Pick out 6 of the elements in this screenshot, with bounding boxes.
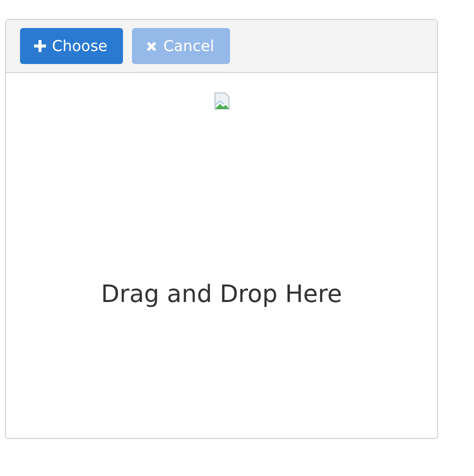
close-icon	[146, 40, 158, 52]
choose-button[interactable]: Choose	[20, 28, 124, 64]
drop-message: Drag and Drop Here	[101, 280, 342, 308]
drop-zone[interactable]: Drag and Drop Here	[6, 73, 437, 438]
broken-image-icon	[212, 92, 230, 110]
plus-icon	[34, 40, 46, 52]
